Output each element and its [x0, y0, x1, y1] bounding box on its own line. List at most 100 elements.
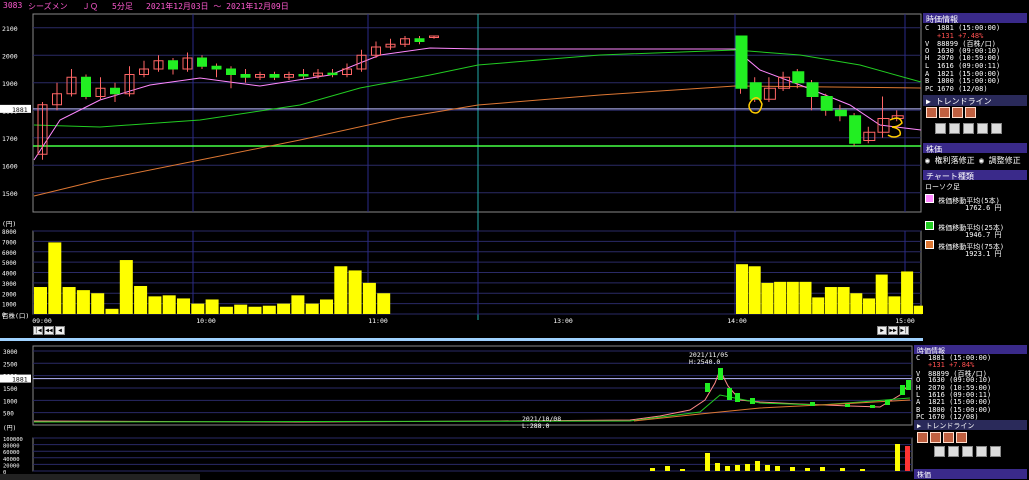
volume-bar [348, 270, 362, 314]
volume-bar [812, 297, 825, 314]
last-price-label: 1881 [12, 106, 28, 114]
next-fast-button[interactable]: ▶▶ [888, 326, 898, 335]
prev-button[interactable]: ◀ [55, 326, 65, 335]
volume-bar [799, 281, 812, 314]
sub-quote-title: 時価情報 [914, 345, 1027, 355]
sub-draw-arrow-button[interactable] [956, 432, 967, 443]
paste-tool-button[interactable] [977, 123, 988, 134]
sub-paste-tool-button[interactable] [976, 446, 987, 457]
sub-draw-hline-button[interactable] [930, 432, 941, 443]
price-panel [32, 13, 922, 213]
volume-bar [837, 287, 850, 314]
last-page-button[interactable]: ▶| [899, 326, 909, 335]
sub-volume-bar [755, 461, 760, 471]
sub-volume-panel [32, 437, 913, 472]
sub-candle [705, 383, 710, 392]
delete-tool-button[interactable] [949, 123, 960, 134]
volume-bar [377, 293, 391, 314]
sub-volume-bar [860, 469, 865, 471]
sub-candle [845, 404, 850, 407]
draw-hline-button[interactable] [939, 107, 950, 118]
volume-bar [761, 282, 774, 314]
sub-volume-tick: 100000 [3, 437, 23, 443]
volume-bar [205, 299, 219, 314]
price-tick-label: 1600 [2, 162, 18, 170]
sub-undo-tool-button[interactable] [990, 446, 1001, 457]
volume-tick-label: 8000 [2, 229, 17, 236]
volume-bar [277, 303, 291, 314]
sub-volume-bar [840, 468, 845, 471]
volume-bar [62, 287, 76, 314]
candle [834, 109, 847, 117]
price-tick-label: 1500 [2, 190, 18, 198]
volume-bar [786, 281, 799, 314]
sub-candle [735, 393, 740, 402]
volume-bar [901, 271, 914, 314]
first-page-button[interactable]: |◀ [33, 326, 43, 335]
copy-tool-button[interactable] [963, 123, 974, 134]
cursor-tool-button[interactable] [935, 123, 946, 134]
sub-volume-tick: 80000 [3, 444, 20, 450]
sub-volume-bar [745, 464, 750, 471]
main-quote-sidebar: 時価情報 C 1881 (15:00:00) +131 +7.48% V 88899 (… [923, 13, 1029, 343]
sub-candle [906, 380, 911, 390]
sub-trendline-header: ▶ トレンドライン [914, 420, 1027, 430]
next-button[interactable]: ▶ [877, 326, 887, 335]
price-tick-label: 2000 [2, 52, 18, 60]
sub-volume-bar [665, 466, 670, 471]
time-axis-label: 10:00 [196, 317, 216, 325]
sub-kabuka-header: 株価 [914, 469, 1027, 479]
chevron-icon: ▶ [926, 97, 931, 106]
kabuka-header: 株価 [923, 143, 1027, 154]
trendline-label: トレンドライン [935, 97, 992, 106]
sub-volume-bar [765, 465, 770, 471]
volume-bar [148, 296, 162, 314]
draw-channel-button[interactable] [952, 107, 963, 118]
sub-draw-channel-button[interactable] [943, 432, 954, 443]
volume-bar [234, 304, 248, 314]
sub-last-price-label: 1881 [12, 376, 28, 384]
volume-bar [334, 266, 348, 314]
sub-delete-tool-button[interactable] [948, 446, 959, 457]
candle [226, 68, 236, 75]
sub-candle [810, 402, 815, 406]
candle [168, 60, 178, 70]
volume-bar [774, 281, 787, 314]
sub-price-tick: 2500 [3, 361, 18, 368]
undo-tool-button[interactable] [991, 123, 1002, 134]
quote-row: PC 1670 (12/08) [925, 85, 988, 93]
volume-bar [219, 306, 233, 314]
prev-fast-button[interactable]: ◀◀ [44, 326, 54, 335]
sub-volume-bar [805, 468, 810, 471]
time-axis-label: 15:00 [895, 317, 915, 325]
sub-copy-tool-button[interactable] [962, 446, 973, 457]
sub-candle [718, 368, 723, 380]
volume-tick-label: 6000 [2, 250, 17, 257]
sub-price-tick: 1500 [3, 386, 18, 393]
volume-tick-label: 7000 [2, 239, 17, 246]
quote-title: 時価情報 [923, 13, 1027, 24]
candle [211, 65, 222, 70]
sub-volume-bar [680, 469, 685, 471]
candle [792, 71, 805, 84]
chart-canvas[interactable]: 21002000190018001700160015001881(円)80007… [0, 0, 1029, 480]
volume-bar [134, 285, 148, 314]
time-axis-label: 11:00 [368, 317, 388, 325]
sub-volume-bar [705, 453, 710, 471]
adjust-right-option[interactable]: ◉ 権利落修正 [925, 155, 975, 166]
draw-arrow-button[interactable] [965, 107, 976, 118]
adjust-split-option[interactable]: ◉ 調整修正 [979, 155, 1021, 166]
draw-line-button[interactable] [926, 107, 937, 118]
sub-candle [885, 400, 890, 405]
sub-unit-label: (円) [3, 425, 16, 432]
volume-bar [888, 296, 901, 314]
quote-key: PC [925, 84, 934, 93]
sub-cursor-tool-button[interactable] [934, 446, 945, 457]
candle [240, 74, 251, 78]
candle [849, 115, 862, 144]
sub-draw-line-button[interactable] [917, 432, 928, 443]
time-axis-label: 13:00 [553, 317, 573, 325]
price-tick-label: 1700 [2, 135, 18, 143]
volume-bar [850, 293, 863, 314]
volume-bar [863, 298, 875, 314]
